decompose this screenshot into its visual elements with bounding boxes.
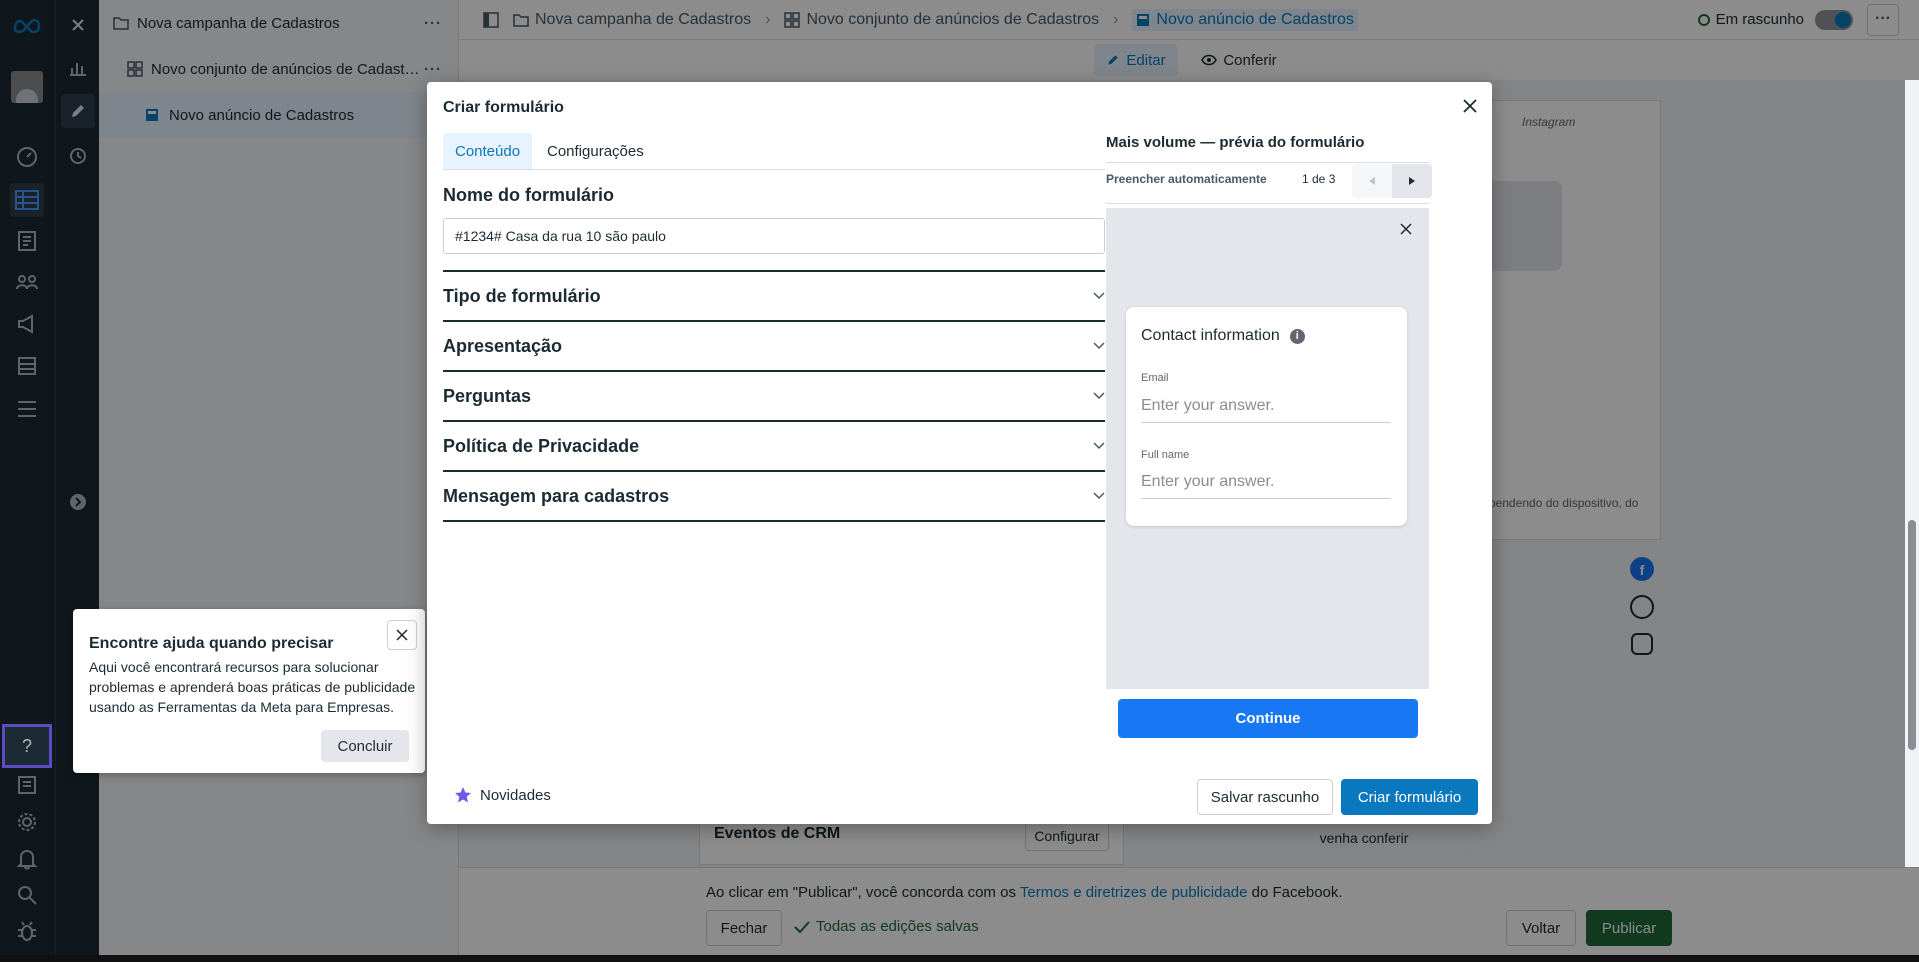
- help-button[interactable]: ?: [2, 724, 52, 768]
- full-name-field: Enter your answer.: [1141, 473, 1391, 499]
- email-field: Enter your answer.: [1141, 397, 1391, 423]
- scrollbar[interactable]: [1905, 80, 1919, 867]
- section-privacy-policy[interactable]: Política de Privacidade: [443, 420, 1105, 470]
- form-name-label: Nome do formulário: [443, 185, 615, 205]
- help-title: Encontre ajuda quando precisar: [89, 635, 334, 652]
- save-draft-button[interactable]: Salvar rascunho: [1197, 779, 1333, 815]
- tab-divider: [443, 169, 1105, 170]
- question-mark-icon: ?: [21, 735, 32, 756]
- chevron-down-icon: [1093, 342, 1105, 350]
- close-icon: [1399, 222, 1413, 236]
- chevron-down-icon: [1093, 392, 1105, 400]
- form-preview-canvas: Contact information i Email Enter your a…: [1106, 208, 1429, 689]
- news-label: Novidades: [480, 786, 551, 804]
- dialog-title: Criar formulário: [443, 99, 564, 116]
- tab-content[interactable]: Conteúdo: [443, 133, 533, 169]
- section-label: Perguntas: [443, 385, 532, 406]
- preview-pager: [1352, 164, 1432, 198]
- section-label: Tipo de formulário: [443, 285, 601, 306]
- section-label: Política de Privacidade: [443, 435, 640, 456]
- close-icon[interactable]: [1462, 98, 1478, 114]
- section-questions[interactable]: Perguntas: [443, 370, 1105, 420]
- next-page-icon[interactable]: [1392, 164, 1432, 198]
- section-completion-message[interactable]: Mensagem para cadastros: [443, 470, 1105, 522]
- section-label: Apresentação: [443, 335, 563, 356]
- news-link[interactable]: Novidades: [454, 786, 551, 804]
- help-popup: Encontre ajuda quando precisar Aqui você…: [73, 609, 425, 773]
- chevron-down-icon: [1093, 442, 1105, 450]
- tab-settings[interactable]: Configurações: [535, 133, 656, 169]
- contact-info-card: Contact information i Email Enter your a…: [1126, 307, 1407, 526]
- full-name-field-label: Full name: [1141, 449, 1190, 461]
- card-title: Contact information: [1141, 327, 1280, 344]
- section-label: Mensagem para cadastros: [443, 485, 670, 506]
- preview-title: Mais volume — prévia do formulário: [1106, 134, 1365, 151]
- page-indicator: 1 de 3: [1302, 172, 1336, 186]
- scrollbar-thumb[interactable]: [1908, 520, 1916, 750]
- section-form-type[interactable]: Tipo de formulário: [443, 270, 1105, 320]
- preview-divider: [1106, 203, 1429, 204]
- star-icon: [454, 786, 472, 804]
- email-field-label: Email: [1141, 372, 1169, 384]
- info-icon: i: [1289, 328, 1305, 344]
- chevron-down-icon: [1093, 492, 1105, 500]
- help-done-button[interactable]: Concluir: [321, 730, 409, 762]
- close-icon[interactable]: [387, 620, 417, 650]
- previous-page-icon[interactable]: [1352, 164, 1392, 198]
- chevron-down-icon: [1093, 292, 1105, 300]
- continue-button: Continue: [1118, 699, 1418, 738]
- autofill-label: Preencher automaticamente: [1106, 172, 1267, 186]
- create-form-dialog: Criar formulário Conteúdo Configurações …: [427, 82, 1492, 824]
- window-edge: [0, 955, 1919, 962]
- help-body: Aqui você encontrará recursos para soluc…: [89, 659, 416, 715]
- create-form-button[interactable]: Criar formulário: [1341, 779, 1478, 815]
- preview-divider: [1106, 162, 1429, 163]
- form-name-input[interactable]: [443, 218, 1105, 254]
- section-intro[interactable]: Apresentação: [443, 320, 1105, 370]
- card-title-row: Contact information i: [1141, 327, 1305, 345]
